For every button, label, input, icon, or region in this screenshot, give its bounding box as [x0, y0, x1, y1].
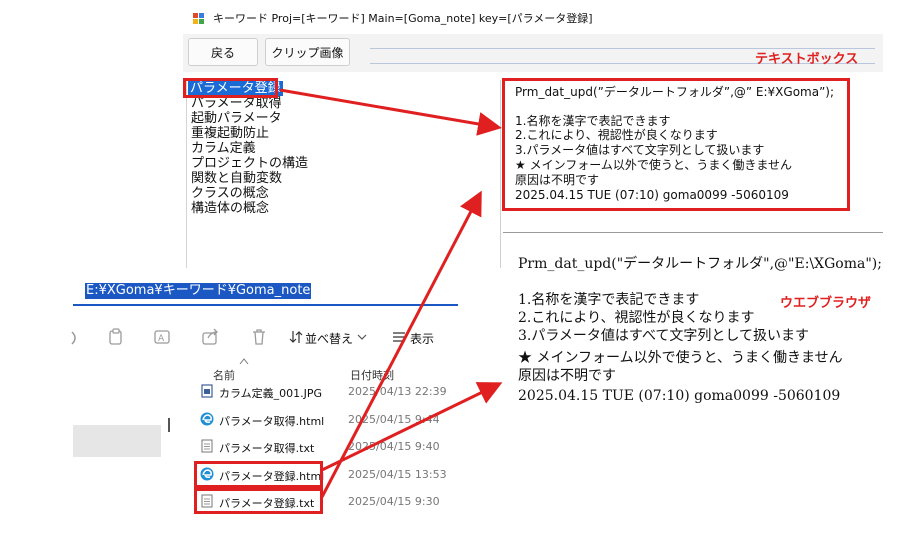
pane-divider[interactable] [503, 232, 883, 233]
textbox-line: 2025.04.15 TUE (07:10) goma0099 -5060109 [515, 188, 789, 202]
list-item[interactable]: プロジェクトの構造 [191, 156, 308, 171]
file-date: 2025/04/15 9:44 [348, 413, 440, 426]
browser-line: 1.名称を漢字で表記できます [518, 292, 700, 308]
browser-line: 2.これにより、視認性が良くなります [518, 310, 755, 326]
edge-html-icon [200, 412, 214, 426]
list-item[interactable]: 構造体の概念 [191, 201, 269, 216]
file-name: パラメータ取得.html [219, 415, 325, 428]
sort-button[interactable]: 並べ替え [305, 330, 353, 347]
back-button[interactable]: 戻る [188, 38, 258, 66]
trash-icon[interactable] [251, 328, 267, 346]
nav-pane-marker [168, 418, 170, 432]
view-list-icon[interactable] [392, 331, 406, 343]
textbox-annotation-label: テキストボックス [755, 52, 859, 67]
list-item[interactable]: 関数と自動変数 [191, 171, 282, 186]
text-box[interactable]: Prm_dat_upd(”データルートフォルダ”,@” E:¥XGoma”); … [502, 78, 850, 211]
chevron-left-icon[interactable] [70, 330, 80, 346]
copy-icon[interactable] [108, 328, 124, 346]
list-item[interactable]: カラム定義 [191, 141, 256, 156]
file-name: カラム定義_001.JPG [219, 387, 323, 400]
chevron-down-icon[interactable] [357, 333, 367, 341]
list-item[interactable]: 起動パラメータ [191, 111, 282, 126]
browser-line: ★ メインフォーム以外で使うと、うまく働きません [518, 350, 843, 366]
textbox-line: 原因は不明です [515, 173, 600, 187]
image-file-icon [201, 384, 213, 398]
share-icon[interactable] [202, 328, 220, 346]
list-item[interactable]: 重複起動防止 [191, 126, 269, 141]
textbox-line: 1.名称を漢字で表記できます [515, 114, 671, 128]
column-header-name[interactable]: 名前 [213, 367, 235, 383]
rename-icon[interactable]: A [154, 328, 172, 346]
textbox-line: 3.パラメータ値はすべて文字列として扱います [515, 143, 765, 157]
svg-text:A: A [158, 334, 165, 344]
list-item[interactable]: クラスの概念 [191, 186, 269, 201]
file-date: 2025/04/15 13:53 [348, 468, 447, 481]
file-date: 2025/04/13 22:39 [348, 385, 447, 398]
textbox-line: ★ メインフォーム以外で使うと、うまく働きません [515, 158, 793, 172]
list-item[interactable]: パラメータ取得 [191, 96, 282, 111]
file-name: パラメータ取得.txt [219, 442, 315, 455]
browser-line: 3.パラメータ値はすべて文字列として扱います [518, 328, 809, 344]
browser-annotation-label: ウエブブラウザ [780, 296, 872, 311]
html-file-highlight-box [194, 461, 323, 488]
browser-line: 2025.04.15 TUE (07:10) goma0099 -5060109 [518, 388, 841, 404]
app-icon [193, 13, 204, 24]
file-date: 2025/04/15 9:40 [348, 440, 440, 453]
keyword-list[interactable]: パラメータ登録 パラメータ取得 起動パラメータ 重複起動防止 カラム定義 プロジ… [186, 78, 502, 268]
textbox-line: Prm_dat_upd(”データルートフォルダ”,@” E:¥XGoma”); [515, 85, 835, 99]
address-text[interactable]: E:¥XGoma¥キーワード¥Goma_note [85, 283, 312, 299]
nav-pane-item[interactable] [73, 425, 161, 457]
selected-item-highlight-box [183, 78, 278, 98]
sort-ascending-icon [239, 358, 249, 365]
window-title: キーワード Proj=[キーワード] Main=[Goma_note] key=… [213, 12, 593, 25]
column-header-date[interactable]: 日付時刻 [350, 367, 394, 383]
clip-image-button[interactable]: クリップ画像 [265, 38, 350, 66]
text-file-icon [201, 439, 213, 453]
list-separator [500, 80, 501, 268]
view-button[interactable]: 表示 [410, 330, 434, 347]
browser-line: Prm_dat_upd("データルートフォルダ",@"E:\XGoma"); [518, 256, 882, 272]
sort-icon[interactable] [289, 330, 303, 344]
textbox-line: 2.これにより、視認性が良くなります [515, 128, 718, 142]
txt-file-highlight-box [194, 488, 323, 514]
browser-line: 原因は不明です [518, 368, 616, 384]
file-date: 2025/04/15 9:30 [348, 495, 440, 508]
